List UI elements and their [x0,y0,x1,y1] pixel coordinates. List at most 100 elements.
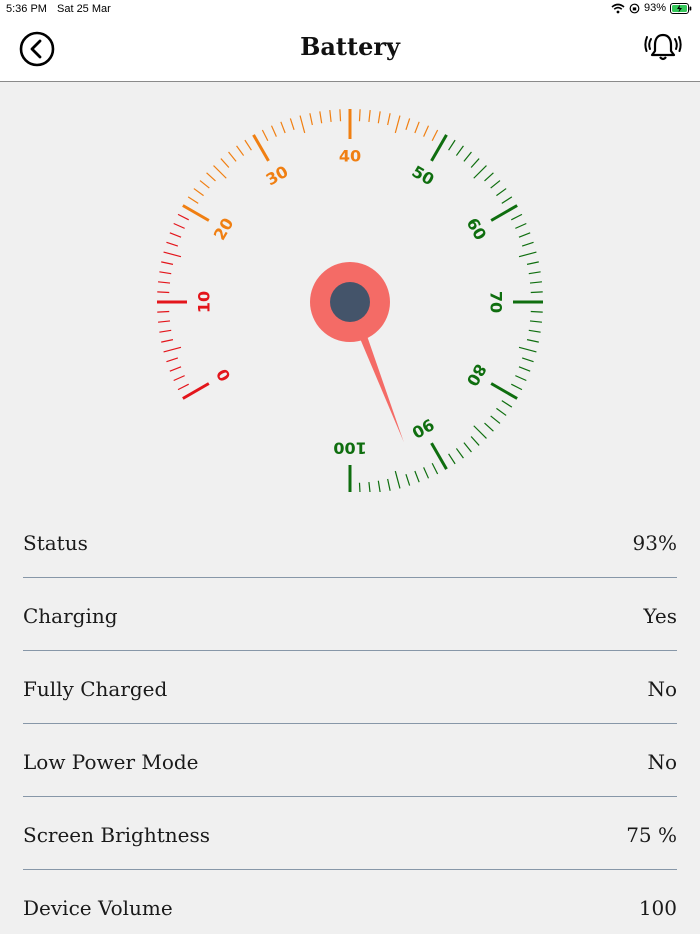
gauge-minor-tick [157,291,170,294]
gauge-minor-tick [431,462,439,475]
gauge-minor-tick [163,346,182,353]
gauge-minor-tick [169,232,182,238]
gauge-minor-tick [470,158,480,168]
gauge-minor-tick [394,115,401,134]
gauge-minor-tick [510,383,523,391]
gauge-minor-tick [470,436,480,446]
row-value: 75 % [626,823,677,847]
gauge-minor-tick [339,109,342,122]
list-item-status: Status 93% [23,505,677,578]
gauge-minor-tick [463,442,472,453]
gauge-minor-tick [521,357,534,363]
gauge-minor-tick [319,111,323,124]
gauge-hub [330,282,370,322]
gauge-minor-tick [309,113,313,126]
gauge-label-50: 50 [409,162,438,190]
gauge-minor-tick [528,271,541,275]
gauge-minor-tick [187,196,199,204]
list-item-low-power-mode: Low Power Mode No [23,724,677,797]
gauge-minor-tick [289,118,295,131]
gauge-minor-tick [518,232,531,238]
gauge-label-90: 90 [409,415,438,443]
gauge-minor-tick [161,261,174,265]
gauge-minor-tick [518,346,537,353]
gauge-minor-tick [490,415,501,424]
gauge-minor-tick [159,329,172,333]
gauge-minor-tick [518,251,537,258]
row-value: 93% [632,531,677,555]
gauge-minor-tick [387,113,391,126]
row-label: Low Power Mode [23,750,199,774]
gauge-minor-tick [377,480,381,492]
gauge-minor-tick [515,375,527,382]
gauge-label-60: 60 [463,215,491,244]
gauge-minor-tick [161,339,174,343]
gauge-minor-tick [473,425,487,439]
gauge-minor-tick [529,320,543,323]
page-title: Battery [300,32,400,61]
gauge-label-100: 100 [333,439,366,458]
list-item-charging: Charging Yes [23,578,677,651]
battery-gauge: 0 10 20 30 40 50 60 70 80 90 100 [157,109,543,492]
gauge-minor-tick [515,222,527,229]
battery-info-list: Status 93% Charging Yes Fully Charged No… [0,505,700,934]
gauge-minor-tick [270,125,277,137]
gauge-minor-tick [484,172,494,182]
gauge-minor-tick [157,310,170,313]
gauge-minor-tick [358,109,361,122]
gauge-minor-tick [377,111,381,124]
gauge-minor-tick [496,188,507,197]
gauge-minor-tick [501,196,513,204]
row-value: No [647,677,677,701]
gauge-minor-tick [173,222,185,229]
row-label: Screen Brightness [23,823,210,847]
gauge-minor-tick [358,482,361,492]
gauge-minor-tick [213,165,227,179]
wifi-icon [611,3,625,13]
gauge-minor-tick [163,251,182,258]
gauge-minor-tick [530,291,543,294]
gauge-minor-tick [431,129,439,142]
list-item-fully-charged: Fully Charged No [23,651,677,724]
gauge-minor-tick [206,172,216,182]
gauge-minor-tick [414,121,420,134]
gauge-minor-tick [177,383,190,391]
list-item-screen-brightness: Screen Brightness 75 % [23,797,677,870]
row-label: Device Volume [23,896,173,920]
gauge-label-70: 70 [487,291,506,313]
navigation-bar: Battery [0,20,700,82]
gauge-minor-tick [173,375,185,382]
row-label: Charging [23,604,118,628]
gauge-minor-tick [193,188,204,197]
orientation-lock-icon [629,3,640,13]
status-time: 5:36 PM [6,3,47,15]
gauge-label-80: 80 [463,361,491,390]
alert-button[interactable] [644,29,682,67]
gauge-minor-tick [528,329,541,333]
gauge-minor-tick [455,145,464,156]
gauge-minor-tick [199,180,210,189]
gauge-minor-tick [423,125,430,137]
gauge-minor-tick [236,145,245,156]
battery-charging-icon [670,2,692,14]
gauge-minor-tick [244,139,252,151]
gauge-label-0: 0 [213,365,235,384]
gauge-minor-tick [423,467,430,479]
list-item-device-volume: Device Volume 100 [23,870,677,934]
gauge-minor-tick [414,470,420,483]
gauge-minor-tick [280,121,286,134]
gauge-minor-tick [394,470,401,489]
gauge-minor-tick [490,180,501,189]
gauge-minor-tick [157,320,171,323]
row-value: 100 [638,896,677,920]
gauge-minor-tick [526,339,539,343]
gauge-minor-tick [368,109,371,123]
row-label: Status [23,531,88,555]
gauge-minor-tick [448,139,456,151]
gauge-minor-tick [455,448,464,459]
row-value: Yes [643,604,677,628]
status-bar: 5:36 PM Sat 25 Mar 93% [0,0,700,20]
gauge-minor-tick [261,129,269,142]
status-date: Sat 25 Mar [57,3,111,15]
gauge-minor-tick [529,281,543,284]
